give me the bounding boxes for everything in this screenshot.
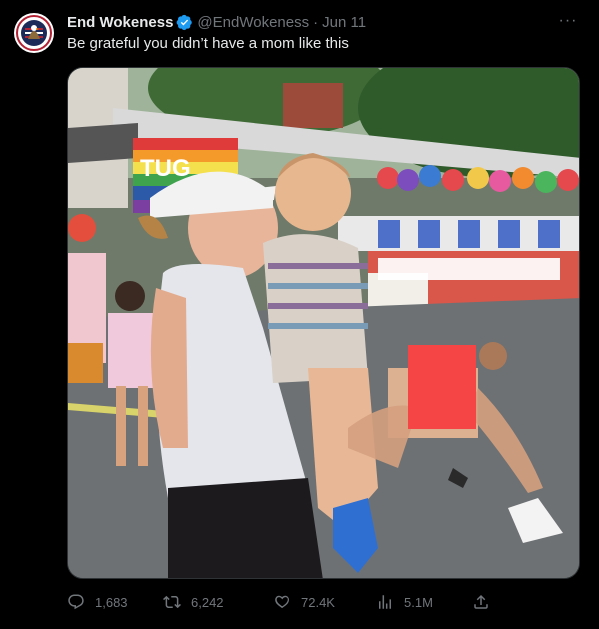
tweet-header: End Wokeness @EndWokeness · Jun 11	[67, 12, 366, 32]
like-button[interactable]: 72.4K	[273, 590, 335, 614]
tweet-photo[interactable]: TUG	[67, 67, 580, 579]
tweet-text: Be grateful you didn’t have a mom like t…	[67, 35, 349, 52]
retweet-icon	[163, 595, 181, 609]
retweet-button[interactable]: 6,242	[163, 590, 224, 614]
verified-badge-icon	[177, 14, 193, 30]
reply-button[interactable]: 1,683	[67, 590, 128, 614]
tweet-date[interactable]: Jun 11	[322, 14, 366, 31]
retweet-count: 6,242	[191, 594, 224, 610]
tweet-actions: 1,683 6,242 72.4K 5.1M	[67, 590, 491, 614]
eagle-badge-avatar-icon	[15, 14, 53, 52]
banner-sign-text: TUG	[140, 155, 191, 182]
like-count: 72.4K	[301, 594, 335, 610]
blur-bar	[378, 258, 560, 280]
author-avatar[interactable]	[14, 13, 54, 53]
tweet[interactable]: End Wokeness @EndWokeness · Jun 11 ··· B…	[0, 0, 599, 629]
more-horizontal-icon[interactable]: ···	[557, 10, 579, 32]
author-name[interactable]: End Wokeness	[67, 14, 173, 31]
share-icon	[474, 594, 488, 609]
reply-count: 1,683	[95, 594, 128, 610]
photo-scene: TUG	[68, 68, 579, 578]
views-count: 5.1M	[404, 594, 433, 610]
share-button[interactable]	[472, 590, 500, 614]
heart-icon	[275, 595, 289, 609]
author-handle[interactable]: @EndWokeness	[197, 14, 309, 31]
separator-dot: ·	[313, 13, 319, 31]
views-icon	[379, 595, 391, 609]
reply-icon	[68, 594, 84, 610]
censor-box	[408, 345, 476, 429]
views-button[interactable]: 5.1M	[376, 590, 433, 614]
